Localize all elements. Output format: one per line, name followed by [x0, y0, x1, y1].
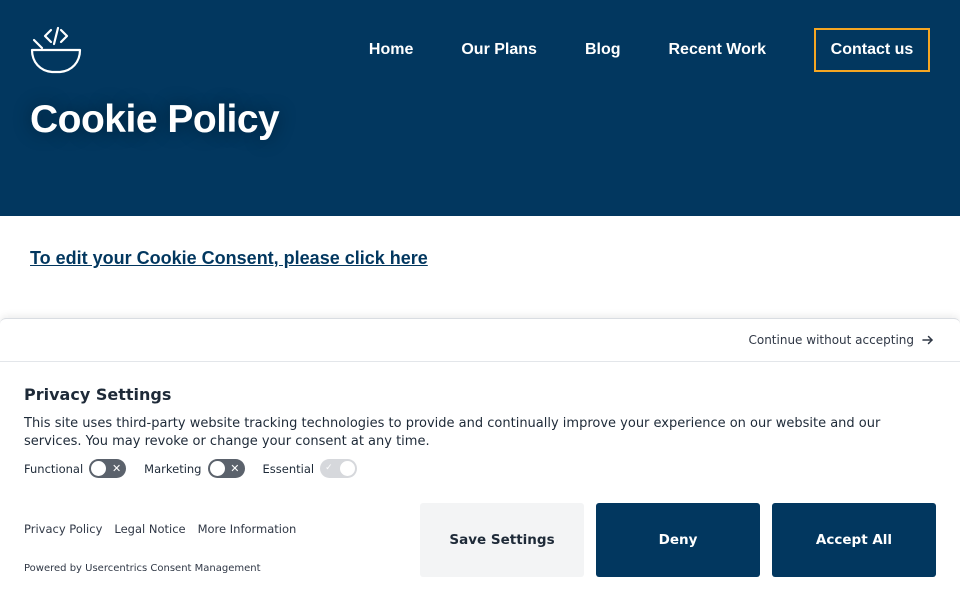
toggle-group-essential: Essential ✓: [263, 459, 358, 478]
page-title: Cookie Policy: [30, 98, 280, 141]
essential-toggle: ✓: [320, 459, 358, 478]
toggle-group-functional: Functional ✕: [24, 459, 127, 478]
toggle-knob: [209, 461, 225, 476]
nav-home[interactable]: Home: [369, 41, 413, 59]
banner-footer-links: Privacy Policy Legal Notice More Informa…: [24, 522, 308, 536]
continue-without-accepting-link[interactable]: Continue without accepting: [748, 333, 934, 347]
toggle-label-essential: Essential: [262, 461, 315, 476]
functional-toggle[interactable]: ✕: [89, 459, 127, 478]
nav-our-plans[interactable]: Our Plans: [461, 41, 537, 59]
accept-all-button[interactable]: Accept All: [772, 503, 936, 577]
contact-us-button[interactable]: Contact us: [814, 28, 930, 72]
marketing-toggle[interactable]: ✕: [207, 459, 245, 478]
nav-blog[interactable]: Blog: [585, 41, 621, 59]
continue-label: Continue without accepting: [748, 333, 914, 347]
privacy-description: This site uses third-party website track…: [24, 416, 881, 449]
bowl-code-logo-icon[interactable]: [30, 26, 82, 74]
deny-button[interactable]: Deny: [596, 503, 760, 577]
close-icon: ✕: [230, 462, 240, 475]
toggle-label-marketing: Marketing: [144, 461, 202, 476]
toggle-group-marketing: Marketing ✕: [144, 459, 245, 478]
cookie-consent-banner: Continue without accepting Privacy Setti…: [0, 318, 960, 600]
toggle-knob: [340, 461, 356, 476]
close-icon: ✕: [111, 462, 122, 475]
arrow-right-icon: [922, 335, 933, 345]
hero-header: Home Our Plans Blog Recent Work Contact …: [0, 0, 960, 216]
powered-by-text[interactable]: Powered by Usercentrics Consent Manageme…: [24, 563, 261, 574]
toggle-label-functional: Functional: [24, 461, 84, 476]
more-information-link[interactable]: More Information: [198, 522, 297, 536]
nav-recent-work[interactable]: Recent Work: [668, 41, 766, 59]
edit-cookie-consent-link[interactable]: To edit your Cookie Consent, please clic…: [30, 248, 428, 269]
privacy-settings-title: Privacy Settings: [24, 385, 172, 404]
check-icon: ✓: [325, 463, 333, 473]
save-settings-button[interactable]: Save Settings: [420, 503, 584, 577]
legal-notice-link[interactable]: Legal Notice: [114, 522, 185, 536]
toggle-knob: [91, 461, 107, 476]
privacy-policy-link[interactable]: Privacy Policy: [24, 522, 102, 536]
main-nav: Home Our Plans Blog Recent Work Contact …: [369, 28, 930, 72]
consent-toggles: Functional ✕ Marketing ✕ Essential ✓: [24, 459, 375, 478]
banner-top-bar: Continue without accepting: [0, 319, 960, 362]
